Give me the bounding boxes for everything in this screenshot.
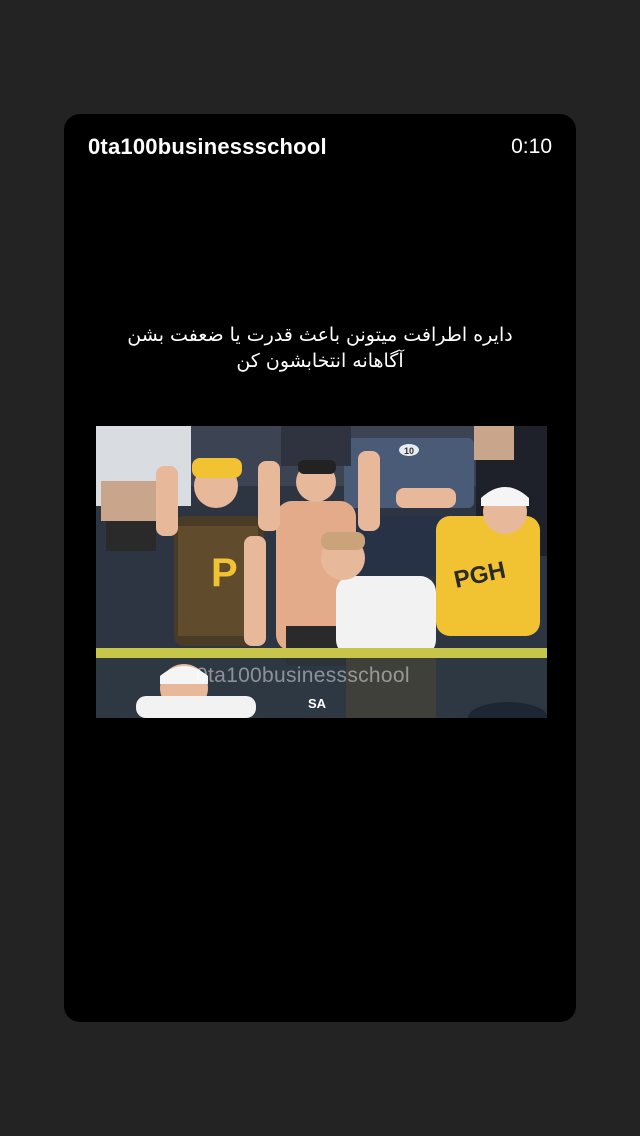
video-watermark: 0ta100businessschool — [196, 664, 410, 687]
caption-line-2: آگاهانه انتخابشون کن — [236, 350, 404, 372]
caption-line-1: دایره اطرافت میتونن باعث قدرت یا ضعفت بش… — [127, 324, 513, 346]
shirt-letter: P — [211, 551, 238, 595]
story-media-video[interactable]: 10 P PGH 0ta100businessschool SA — [96, 426, 547, 718]
story-elapsed-time: 0:10 — [511, 135, 552, 158]
story-card[interactable]: 0ta100businessschool 0:10 دایره اطرافت م… — [64, 114, 576, 1022]
story-username[interactable]: 0ta100businessschool — [88, 134, 327, 160]
story-header: 0ta100businessschool 0:10 — [88, 134, 552, 160]
broadcast-logo: SA — [308, 696, 327, 711]
seat-number-label: 10 — [404, 446, 414, 456]
story-caption: دایره اطرافت میتونن باعث قدرت یا ضعفت بش… — [80, 322, 560, 374]
